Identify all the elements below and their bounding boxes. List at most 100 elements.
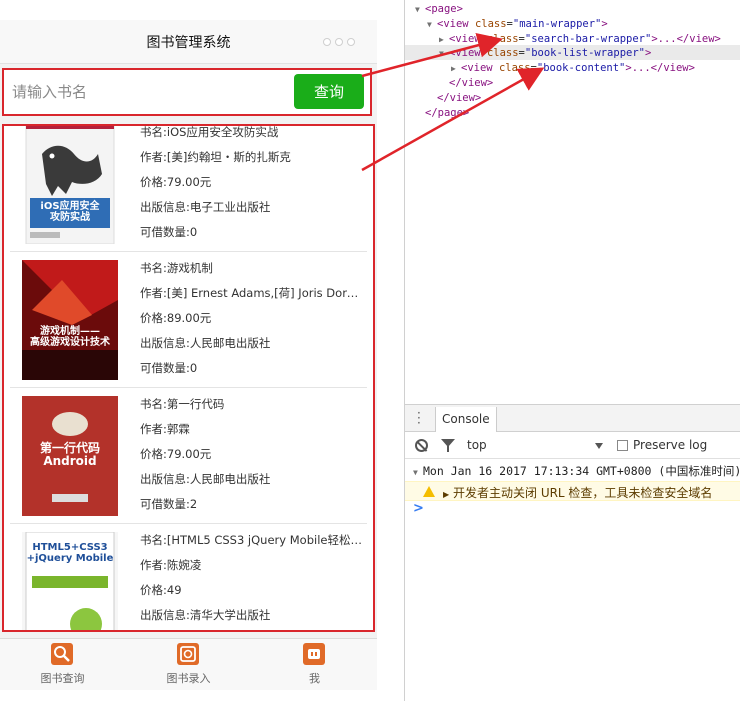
book-list-wrapper: iOS应用安全 攻防实战 书名:iOS应用安全攻防实战 作者:[美]约翰坦・斯的扎… <box>2 124 375 632</box>
book-author: 作者:陈婉凌 <box>140 558 202 572</box>
dom-attr-name: class <box>486 47 519 60</box>
tab-label: 图书录入 <box>166 672 211 685</box>
book-cover-image: HTML5+CSS3 +jQuery Mobile <box>22 532 118 630</box>
expand-triangle-icon[interactable]: ▶ <box>451 61 461 76</box>
warning-text: 开发者主动关闭 URL 检查，工具未检查安全域名 <box>453 486 713 500</box>
console-toolbar: top Preserve log <box>405 433 740 459</box>
dom-tree: ▼ <page> ▼ <view class="main-wrapper"> ▶ <vie… <box>405 0 740 400</box>
dom-node-line[interactable]: ▼ <view class="book-list-wrapper"> <box>439 46 651 61</box>
expand-triangle-icon[interactable]: ▶ <box>443 490 453 499</box>
book-price: 价格:79.00元 <box>140 447 212 461</box>
dom-attr-value: "main-wrapper" <box>512 17 602 30</box>
dom-tag: </page> <box>425 106 470 119</box>
dom-tag: >...</view> <box>651 32 721 45</box>
tab-bar: 图书查询 图书录入 我 <box>0 638 377 690</box>
dom-attr-name: class <box>486 32 519 45</box>
devtools-panel: ▼ <page> ▼ <view class="main-wrapper"> ▶ <vie… <box>404 0 740 701</box>
book-publisher: 出版信息:人民邮电出版社 <box>140 336 271 350</box>
context-select[interactable]: top <box>467 438 607 454</box>
book-price: 价格:89.00元 <box>140 311 212 325</box>
chevron-down-icon[interactable] <box>595 443 603 449</box>
dom-node-line[interactable]: </view> <box>427 91 481 106</box>
dom-tag: > <box>644 47 652 60</box>
book-name: 书名:第一行代码 <box>140 397 225 411</box>
dom-node-line[interactable]: ▶ <view class="search-bar-wrapper">...</v… <box>439 32 721 47</box>
book-available: 可借数量:0 <box>140 225 198 239</box>
warning-icon <box>423 486 435 497</box>
dom-tag: <view <box>461 62 499 75</box>
dom-tag: <view <box>449 47 487 60</box>
search-icon <box>51 643 73 665</box>
book-author: 作者:[美]约翰坦・斯的扎斯克 <box>140 150 291 164</box>
book-info: 书名:第一行代码 作者:郭霖 价格:79.00元 出版信息:人民邮电出版社 可借… <box>140 392 368 517</box>
book-item[interactable]: 游戏机制—— 高级游戏设计技术 书名:游戏机制 作者:[美] Ernest Ada… <box>10 256 368 388</box>
tab-book-search[interactable]: 图书查询 <box>0 639 125 690</box>
book-publisher: 出版信息:人民邮电出版社 <box>140 472 271 486</box>
book-cover-title: HTML5+CSS3 +jQuery Mobile <box>26 542 114 564</box>
book-price: 价格:79.00元 <box>140 175 212 189</box>
tab-label: 我 <box>309 672 320 685</box>
clear-console-icon[interactable] <box>415 439 428 452</box>
console-pane: · · · Console top Preserve log ▼ Mon Jan 16… <box>405 404 740 701</box>
more-menu-icon[interactable] <box>323 38 355 46</box>
book-cover-title: iOS应用安全 攻防实战 <box>40 201 100 223</box>
dom-node-line[interactable]: ▼ <page> <box>415 2 463 17</box>
book-available: 可借数量:0 <box>140 361 198 375</box>
dom-attr-name: class <box>474 17 507 30</box>
book-publisher: 出版信息:清华大学出版社 <box>140 608 271 622</box>
dom-attr-value: "search-bar-wrapper" <box>524 32 652 45</box>
book-publisher: 出版信息:电子工业出版社 <box>140 200 271 214</box>
dom-tag: </view> <box>449 77 494 89</box>
book-name: 书名:iOS应用安全攻防实战 <box>140 125 279 139</box>
book-cover-title: 游戏机制—— 高级游戏设计技术 <box>30 326 110 348</box>
drawer-menu-icon[interactable]: · · · <box>417 407 421 429</box>
tab-console[interactable]: Console <box>435 407 497 432</box>
book-info: 书名:iOS应用安全攻防实战 作者:[美]约翰坦・斯的扎斯克 价格:79.00元… <box>140 125 368 245</box>
book-name: 书名:游戏机制 <box>140 261 213 275</box>
expand-triangle-icon[interactable]: ▼ <box>427 17 437 32</box>
book-name: 书名:[HTML5 CSS3 jQuery Mobile轻松构造APP与移动网站… <box>140 533 368 547</box>
book-available: 可借数量:2 <box>140 497 198 511</box>
dom-node-line[interactable]: ▼ <view class="main-wrapper"> <box>427 17 608 32</box>
book-cover-title: 第一行代码 Android <box>39 441 100 469</box>
book-cover-image: 第一行代码 Android <box>22 396 118 516</box>
navigation-bar: 图书管理系统 <box>0 20 377 64</box>
phone-simulator: 图书管理系统 查询 iOS应用安全攻防实战 书名:iOS应用安全攻防实战 <box>0 20 377 690</box>
book-info: 书名:游戏机制 作者:[美] Ernest Adams,[荷] Joris Do… <box>140 256 368 381</box>
tab-book-entry[interactable]: 图书录入 <box>126 639 251 690</box>
warning-message: ▶ 开发者主动关闭 URL 检查，工具未检查安全域名 <box>405 481 740 501</box>
dom-attr-name: class <box>498 62 531 75</box>
expand-triangle-icon[interactable]: ▼ <box>413 468 423 477</box>
dom-node-line[interactable]: ▶ <view class="book-content">...</view> <box>451 61 695 76</box>
dom-tag: <page> <box>425 3 463 15</box>
dom-node-line[interactable]: </view> <box>439 76 493 91</box>
book-item[interactable]: iOS应用安全 攻防实战 书名:iOS应用安全攻防实战 作者:[美]约翰坦・斯的扎… <box>10 125 368 252</box>
book-price: 价格:49 <box>140 583 182 597</box>
book-cover-image: iOS应用安全 攻防实战 <box>22 126 118 244</box>
preserve-log-checkbox[interactable] <box>617 440 628 451</box>
filter-icon[interactable] <box>441 439 455 452</box>
dom-tag: > <box>601 17 608 30</box>
log-timestamp: Mon Jan 16 2017 17:13:34 GMT+0800 (中国标准时… <box>423 464 740 478</box>
expand-triangle-icon[interactable]: ▶ <box>439 32 449 47</box>
search-button[interactable]: 查询 <box>294 74 364 109</box>
expand-triangle-icon[interactable]: ▼ <box>415 2 425 17</box>
preserve-log-label: Preserve log <box>633 438 708 452</box>
book-item[interactable]: 第一行代码 Android 书名:第一行代码 作者:郭霖 价格:79.00元 出版… <box>10 392 367 524</box>
dom-attr-value: "book-list-wrapper" <box>524 47 645 60</box>
dom-tag: >...</view> <box>625 62 695 75</box>
dom-attr-value: "book-content" <box>536 62 626 75</box>
console-prompt[interactable]: > <box>413 501 424 516</box>
search-input[interactable] <box>12 78 282 106</box>
search-bar-wrapper: 查询 <box>2 68 372 116</box>
drawer-tabs: · · · Console <box>405 405 740 432</box>
book-cover-image: 游戏机制—— 高级游戏设计技术 <box>22 260 118 380</box>
page-title: 图书管理系统 <box>146 35 231 51</box>
book-item[interactable]: HTML5+CSS3 +jQuery Mobile 书名:[HTML5 CSS3 … <box>10 528 368 630</box>
dom-node-line[interactable]: </page> <box>415 106 469 121</box>
book-entry-icon <box>177 643 199 665</box>
expand-triangle-icon[interactable]: ▼ <box>439 46 449 61</box>
tab-me[interactable]: 我 <box>252 639 377 690</box>
tab-label: 图书查询 <box>40 672 85 685</box>
log-group-header[interactable]: ▼ Mon Jan 16 2017 17:13:34 GMT+0800 (中国标准… <box>413 463 740 479</box>
